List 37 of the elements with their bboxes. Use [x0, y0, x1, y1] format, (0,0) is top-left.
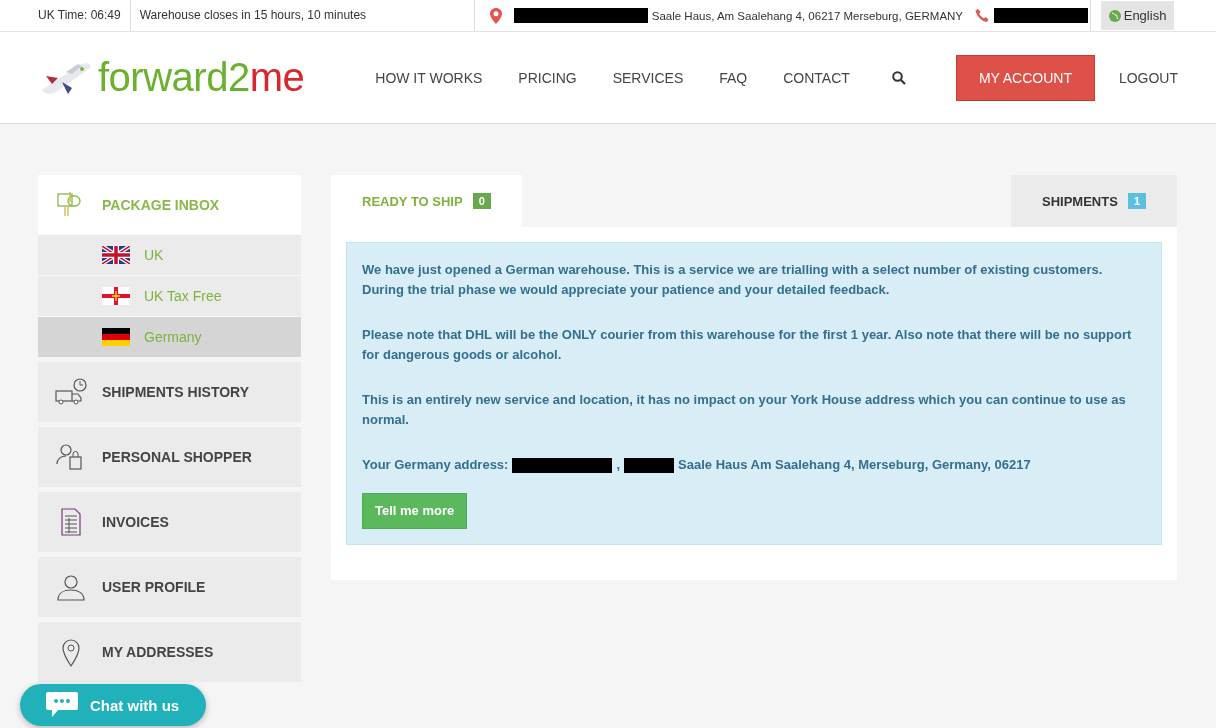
count-badge: 1: [1127, 193, 1146, 209]
separator: ,: [616, 456, 621, 474]
search-icon[interactable]: [891, 70, 906, 85]
my-account-button[interactable]: MY ACCOUNT: [955, 54, 1095, 101]
phone-icon: [975, 8, 991, 23]
logout-link[interactable]: LOGOUT: [1118, 69, 1178, 86]
address-label: Your Germany address:: [362, 456, 509, 474]
notice-paragraph: This is an entirely new service and location, it has no impact on your York House address which you can continue to use as normal.: [362, 391, 1127, 429]
nav-link[interactable]: CONTACT: [783, 69, 850, 86]
nav-link[interactable]: HOW IT WORKS: [375, 69, 483, 86]
logo-wordmark[interactable]: forward2me: [98, 55, 305, 100]
german-flag-icon: [102, 328, 130, 346]
language-button[interactable]: English: [1100, 1, 1175, 30]
location-pin-icon: [489, 7, 502, 24]
notice-paragraph: Please note that DHL will be the ONLY courier from this warehouse for the first 1 year. Also note that there will be no support for dangerous goods or alcohol.: [362, 326, 1133, 364]
uk-time: UK Time: 06:49: [0, 0, 131, 31]
notice-paragraph: We have just opened a German warehouse. This is a service we are trialling with a select number of existing customers. During the trial phase we would appreciate your patience and your detailed feedback.: [362, 261, 1104, 299]
address-text: Saale Haus Am Saalehang 4, Merseburg, Germany, 06217: [678, 456, 1031, 474]
warehouse-address: Saale Haus, Am Saalehang 4, 06217 Merseburg, GERMANY: [651, 9, 964, 22]
tab[interactable]: SHIPMENTS 1: [1011, 175, 1177, 227]
nav-link[interactable]: PRICING: [518, 69, 577, 86]
sidebar-item[interactable]: MY ADDRESSES: [38, 622, 301, 682]
union-jack-flag-icon: [102, 246, 130, 264]
redaction-bar: [624, 457, 675, 473]
sidebar-item[interactable]: USER PROFILE: [38, 557, 301, 617]
chat-bubble-icon: [46, 692, 78, 718]
sidebar-item[interactable]: INVOICES: [38, 492, 301, 552]
globe-icon: [1108, 9, 1121, 22]
warehouse-closing-notice: Warehouse closes in 15 hours, 10 minutes: [130, 0, 475, 31]
count-badge: 0: [472, 193, 491, 209]
nav-link[interactable]: SERVICES: [612, 69, 684, 86]
cross-flag-icon: [102, 287, 130, 305]
sidebar-item[interactable]: SHIPMENTS HISTORY: [38, 362, 301, 422]
sidebar-item[interactable]: PERSONAL SHOPPER: [38, 427, 301, 487]
nav-link[interactable]: FAQ: [719, 69, 748, 86]
truck-icon: [54, 377, 88, 407]
user-icon: [54, 572, 88, 602]
